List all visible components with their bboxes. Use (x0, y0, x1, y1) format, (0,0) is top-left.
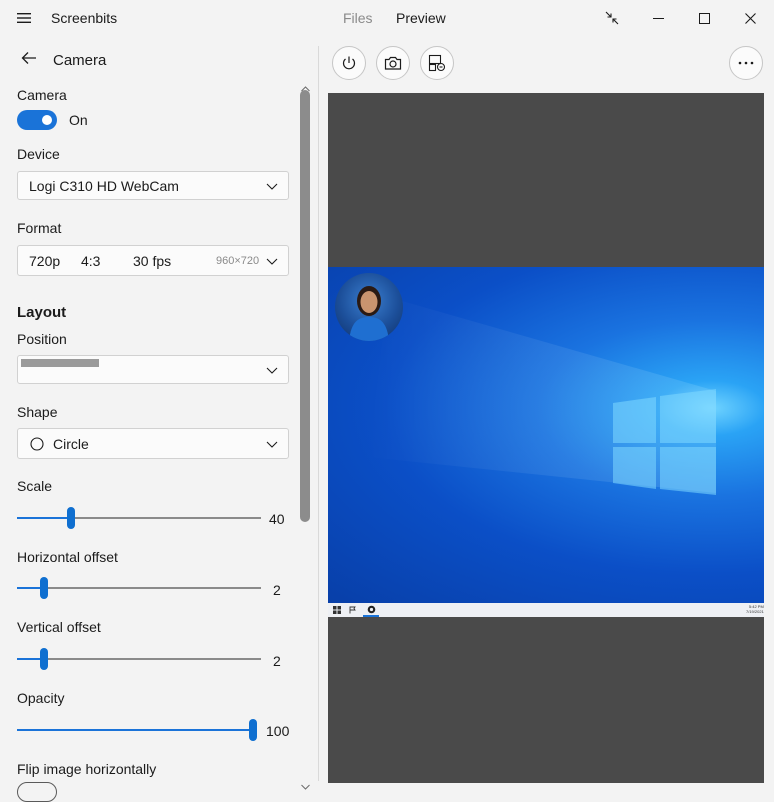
more-options-button[interactable] (729, 46, 763, 80)
device-value: Logi C310 HD WebCam (29, 178, 179, 194)
opacity-value: 100 (266, 723, 290, 739)
position-dropdown[interactable] (17, 355, 289, 384)
slider-fill (17, 517, 71, 519)
format-aspect: 4:3 (81, 253, 101, 269)
flip-label: Flip image horizontally (17, 761, 157, 777)
hoffset-label: Horizontal offset (17, 549, 118, 565)
layout-heading: Layout (17, 304, 67, 321)
taskbar-clock: 5:42 PM 7/19/2021 (746, 604, 764, 614)
voffset-slider[interactable] (17, 648, 261, 670)
webcam-overlay-circle[interactable] (335, 273, 403, 341)
close-icon[interactable] (727, 0, 773, 36)
title-bar: Screenbits Files Preview (0, 0, 774, 36)
voffset-value: 2 (273, 653, 281, 669)
opacity-slider[interactable] (17, 719, 257, 741)
device-label: Device (17, 146, 60, 162)
scroll-thumb[interactable] (300, 90, 310, 522)
chevron-down-icon (266, 258, 278, 265)
shape-label: Shape (17, 404, 58, 420)
scale-slider[interactable] (17, 507, 261, 529)
hoffset-slider[interactable] (17, 577, 261, 599)
slider-track (44, 587, 261, 589)
format-resolution: 720p (29, 253, 61, 269)
format-dims: 960×720 (216, 255, 260, 267)
format-label: Format (17, 220, 62, 236)
slider-thumb[interactable] (67, 507, 75, 529)
power-button[interactable] (332, 46, 366, 80)
minimize-icon[interactable] (635, 0, 681, 36)
format-dropdown[interactable]: 720p 4:3 30 fps 960×720 (17, 245, 289, 276)
format-fps: 30 fps (133, 253, 172, 269)
slider-thumb[interactable] (40, 577, 48, 599)
camera-icon (384, 56, 402, 70)
page-title: Camera (53, 52, 107, 69)
chevron-down-icon (266, 441, 278, 448)
slider-fill (17, 729, 257, 731)
flip-toggle[interactable] (17, 782, 57, 802)
hamburger-icon[interactable] (17, 11, 31, 27)
opacity-label: Opacity (17, 690, 65, 706)
shape-dropdown[interactable]: Circle (17, 428, 289, 459)
power-icon (342, 56, 356, 70)
hoffset-value: 2 (273, 582, 281, 598)
app-title: Screenbits (51, 10, 118, 26)
slider-track (71, 517, 261, 519)
voffset-label: Vertical offset (17, 619, 101, 635)
pane-divider (318, 46, 319, 781)
chevron-down-icon (266, 183, 278, 190)
tab-files[interactable]: Files (343, 10, 373, 26)
camera-label: Camera (17, 87, 67, 103)
taskbar: 5:42 PM 7/19/2021 (328, 603, 764, 617)
slider-thumb[interactable] (40, 648, 48, 670)
slider-thumb[interactable] (249, 719, 257, 741)
active-app-indicator (363, 615, 379, 617)
camera-toggle[interactable] (17, 110, 57, 130)
slider-track (44, 658, 261, 660)
taskbar-app-icon (349, 606, 356, 614)
snapshot-button[interactable] (376, 46, 410, 80)
compact-overlay-icon[interactable] (589, 0, 635, 36)
position-preview-placeholder (21, 359, 99, 367)
record-settings-button[interactable] (420, 46, 454, 80)
shape-value: Circle (53, 436, 89, 452)
device-dropdown[interactable]: Logi C310 HD WebCam (17, 171, 289, 200)
screenbits-taskbar-icon (367, 605, 376, 614)
maximize-icon[interactable] (681, 0, 727, 36)
person-avatar (349, 286, 389, 341)
chevron-down-icon (266, 367, 278, 374)
position-label: Position (17, 331, 67, 347)
taskbar-date: 7/19/2021 (746, 609, 764, 614)
desktop-preview-image (328, 267, 764, 603)
scale-value: 40 (269, 511, 285, 527)
toggle-knob (42, 115, 52, 125)
camera-toggle-state: On (69, 112, 88, 128)
tab-preview[interactable]: Preview (396, 10, 446, 26)
back-arrow-icon[interactable] (21, 51, 37, 68)
scroll-down-icon[interactable] (301, 777, 310, 793)
record-settings-icon (428, 54, 446, 72)
start-icon (333, 606, 341, 614)
circle-shape-icon (30, 437, 44, 451)
scale-label: Scale (17, 478, 53, 494)
more-icon (738, 61, 754, 65)
